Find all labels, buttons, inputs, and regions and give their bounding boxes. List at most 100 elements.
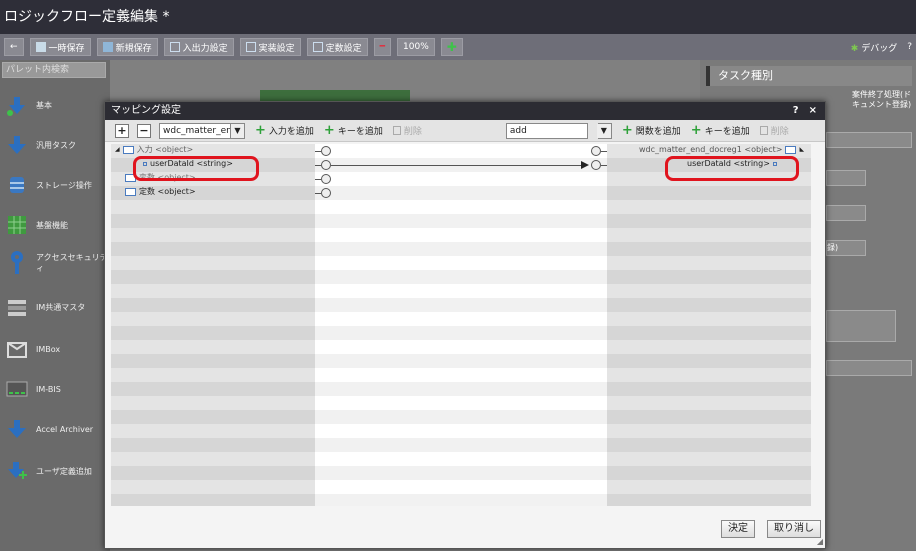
temp-save-label: 一時保存 [48,43,85,54]
new-save-icon [102,42,113,52]
palette-item-user-defined[interactable]: ユーザ定義追加 [4,458,108,484]
database-icon [4,172,30,198]
const-settings-label: 定数設定 [325,43,362,54]
target-tree: wdc_matter_end_docreg1 <object> ◣ userDa… [607,144,811,506]
palette-item-label: 基本 [36,100,52,110]
property-field[interactable] [826,205,866,221]
delete-left-button[interactable]: 削除 [392,124,422,137]
palette-item-generic-task[interactable]: 汎用タスク [4,132,108,158]
palette-item-platform[interactable]: 基盤機能 [4,212,108,238]
target-select[interactable]: wdc_matter_end_ ▼ [159,122,245,139]
zoom-in-button[interactable]: ✚ [440,38,463,56]
arrowhead-icon [581,161,589,169]
tree-node-label: 定数 <object> [139,187,196,196]
io-settings-button[interactable]: 入出力設定 [163,38,234,56]
add-key-right-button[interactable]: + キーを追加 [691,124,750,138]
arrow-down-plus-icon [4,458,30,484]
mapping-dialog: マッピング設定 ? × + − wdc_matter_end_ ▼ + 入力を追加… [104,101,826,549]
modified-marker: * [158,9,170,25]
mapping-line[interactable] [331,165,585,166]
trash-icon [392,126,401,135]
palette-item-storage[interactable]: ストレージ操作 [4,172,108,198]
add-function-label: 関数を追加 [635,127,681,137]
arrow-down-icon [4,92,30,118]
add-key-right-label: キーを追加 [704,127,750,137]
cancel-button[interactable]: 取り消し [767,520,821,538]
help-button[interactable]: ? [907,42,912,52]
highlight-annotation [133,156,259,181]
zoom-out-button[interactable]: ━ [373,38,392,56]
palette-item-im-master[interactable]: IM共通マスタ [4,294,108,320]
add-input-button[interactable]: + 入力を追加 [255,122,314,138]
delete-right-button[interactable]: 削除 [759,124,789,137]
window-titlebar: ロジックフロー定義編集 * [0,0,916,34]
resize-grip-icon[interactable]: ◢ [817,537,823,546]
palette-item-imbox[interactable]: IMBox [4,336,108,362]
palette-item-label: 基盤機能 [36,220,68,230]
source-connector[interactable] [321,188,331,198]
palette-item-label: ストレージ操作 [36,180,92,190]
folder-icon [125,188,136,196]
collapse-all-button[interactable]: − [137,123,151,138]
palette-item-label: IM-BIS [36,384,61,394]
palette-item-access-security[interactable]: アクセスセキュリティ [4,250,108,276]
palette-item-im-bis[interactable]: IM-BIS [4,376,108,402]
property-field[interactable] [826,360,912,376]
temp-save-button[interactable]: 一時保存 [29,38,91,56]
plus-icon: + [621,122,633,138]
dialog-close-button[interactable]: × [809,102,817,120]
expand-triangle-icon: ◢ [115,146,120,153]
zoom-level: 100% [397,38,435,56]
chevron-down-icon: ▼ [230,123,244,138]
folder-icon [122,146,134,154]
palette-item-basic[interactable]: 基本 [4,92,108,118]
mapping-canvas[interactable] [315,144,607,506]
chevron-down-icon: ▼ [596,123,611,138]
palette-item-label: IMBox [36,344,61,354]
arrow-down-icon [4,132,30,158]
back-arrow-icon: ← [10,42,18,52]
box-icon [4,336,30,362]
impl-settings-label: 実装設定 [258,43,295,54]
debug-button[interactable]: ✱ デバッグ [851,41,897,54]
tree-node-constant[interactable]: 定数 <object> [125,186,196,198]
io-settings-icon [169,42,180,52]
function-select-dropdown[interactable]: ▼ [596,122,612,139]
property-field[interactable] [826,132,912,148]
add-key-left-button[interactable]: + キーを追加 [324,124,383,138]
plus-icon: + [255,122,266,138]
palette-item-label: ユーザ定義追加 [36,466,92,476]
source-connector[interactable] [321,174,331,184]
add-function-button[interactable]: + 関数を追加 [621,122,681,138]
const-settings-button[interactable]: 定数設定 [306,38,368,56]
dialog-help-button[interactable]: ? [793,102,799,120]
source-connector[interactable] [321,146,331,156]
function-select[interactable]: add [505,122,588,139]
flow-diagram-icon [4,376,30,402]
const-settings-icon [312,42,323,52]
tree-node-label: 入力 <object> [136,145,194,154]
impl-settings-icon [245,42,256,52]
property-textarea[interactable] [826,310,896,342]
palette-item-accel-archiver[interactable]: Accel Archiver [4,416,108,442]
new-save-button[interactable]: 新規保存 [96,38,158,56]
expand-triangle-icon: ◣ [799,146,805,153]
property-field[interactable]: 録) [826,240,866,256]
tree-node-input[interactable]: ◢ 入力 <object> [115,144,193,156]
property-field[interactable] [826,170,866,186]
highlight-annotation [665,156,799,181]
impl-settings-button[interactable]: 実装設定 [239,38,301,56]
function-select-value: add [509,125,527,136]
target-connector[interactable] [591,146,601,156]
target-connector[interactable] [591,160,601,170]
arrow-down-icon [4,416,30,442]
back-button[interactable]: ← [4,38,24,56]
ok-button[interactable]: 決定 [721,520,755,538]
source-connector[interactable] [321,160,331,170]
debug-label: デバッグ [861,43,898,54]
source-tree: ◢ 入力 <object> userDataId <string> 変数 <ob… [111,144,315,506]
palette-search-input[interactable]: パレット内検索 [2,62,106,78]
tree-node-docreg[interactable]: wdc_matter_end_docreg1 <object> ◣ [639,144,804,156]
expand-all-button[interactable]: + [115,123,129,138]
mapping-area: ◢ 入力 <object> userDataId <string> 変数 <ob… [111,144,811,506]
